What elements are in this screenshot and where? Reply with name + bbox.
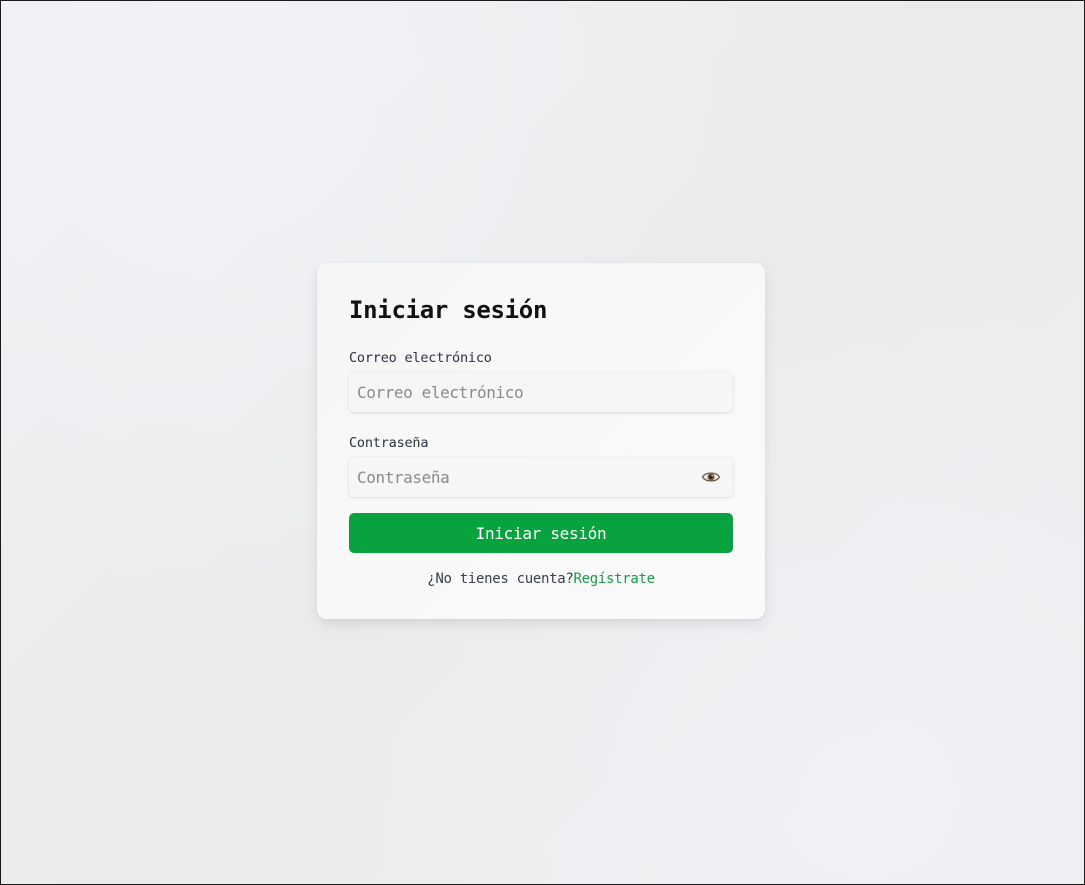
eye-icon[interactable] [701, 467, 721, 487]
no-account-text: ¿No tienes cuenta? [427, 571, 574, 587]
page-title: Iniciar sesión [349, 296, 548, 324]
register-prompt: ¿No tienes cuenta?Regístrate [349, 570, 733, 588]
password-field-wrapper [349, 457, 733, 497]
login-card: Iniciar sesión Correo electrónico Contra… [317, 263, 765, 619]
password-label: Contraseña [349, 435, 429, 451]
password-field[interactable] [349, 457, 733, 497]
login-button[interactable]: Iniciar sesión [349, 513, 733, 553]
email-field[interactable] [349, 372, 733, 412]
email-field-wrapper [349, 372, 733, 412]
email-label: Correo electrónico [349, 350, 492, 366]
register-link[interactable]: Regístrate [574, 571, 656, 587]
